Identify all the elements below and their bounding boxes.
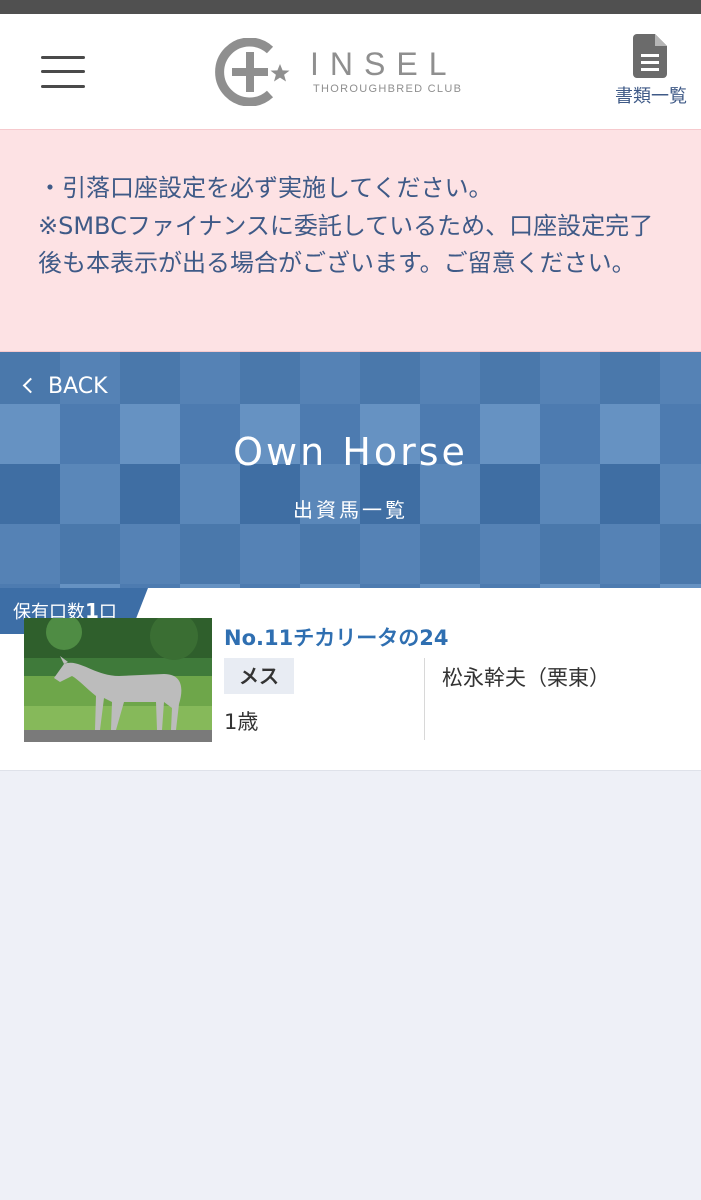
back-button[interactable]: BACK	[22, 374, 108, 399]
horse-photo[interactable]	[24, 618, 212, 742]
horse-card[interactable]: 保有口数1口 No.11チカリータの24 メス 1歳 松永幹夫（栗東）	[0, 588, 701, 771]
checker-tile	[180, 352, 240, 404]
checker-tile	[420, 352, 480, 404]
hamburger-menu-icon[interactable]	[41, 56, 85, 90]
header: INSEL THOROUGHBRED CLUB 書類一覧	[0, 14, 701, 129]
horse-age: 1歳	[224, 710, 259, 734]
checker-tile	[420, 524, 480, 584]
notice-text: ・引落口座設定を必ず実施してください。 ※SMBCファイナンスに委託しているため…	[38, 170, 668, 283]
logo-name: INSEL	[310, 46, 458, 82]
checker-tile	[240, 352, 300, 404]
club-logo[interactable]: INSEL THOROUGHBRED CLUB	[210, 38, 500, 106]
notice-banner: ・引落口座設定を必ず実施してください。 ※SMBCファイナンスに委託しているため…	[0, 129, 701, 352]
checker-tile	[120, 352, 180, 404]
document-icon	[633, 34, 667, 78]
notice-line-2: ※SMBCファイナンスに委託しているため、口座設定完了後も本表示が出る場合がござ…	[38, 211, 654, 278]
checker-tile	[600, 524, 660, 584]
page-subtitle: 出資馬一覧	[293, 498, 408, 522]
checker-tile	[240, 524, 300, 584]
chevron-left-icon	[22, 377, 39, 394]
divider	[424, 658, 425, 740]
notice-line-1: ・引落口座設定を必ず実施してください。	[38, 174, 493, 202]
checker-tile	[120, 524, 180, 584]
logo-mark-icon	[215, 38, 290, 106]
checker-tile	[540, 524, 600, 584]
page-title: Own Horse	[233, 430, 468, 474]
checker-tile	[360, 524, 420, 584]
checker-tile	[300, 352, 360, 404]
page-hero: BACK Own Horse 出資馬一覧	[0, 352, 701, 588]
checker-tile	[60, 524, 120, 584]
checker-tile	[660, 352, 701, 404]
back-label: BACK	[48, 374, 108, 399]
checker-tile	[180, 524, 240, 584]
checker-tile	[540, 352, 600, 404]
checker-tile	[660, 524, 701, 584]
logo-subtitle: THOROUGHBRED CLUB	[313, 83, 463, 95]
documents-button[interactable]: 書類一覧	[606, 32, 696, 122]
sex-tag: メス	[224, 658, 294, 694]
checker-tile	[300, 524, 360, 584]
status-bar	[0, 0, 701, 14]
trainer-name: 松永幹夫（栗東）	[442, 666, 610, 690]
checker-tile	[480, 352, 540, 404]
horse-name[interactable]: No.11チカリータの24	[224, 622, 448, 652]
checker-tile	[600, 352, 660, 404]
checker-tile	[480, 524, 540, 584]
documents-label: 書類一覧	[615, 86, 687, 107]
checker-tile	[360, 352, 420, 404]
checker-tile	[0, 524, 60, 584]
